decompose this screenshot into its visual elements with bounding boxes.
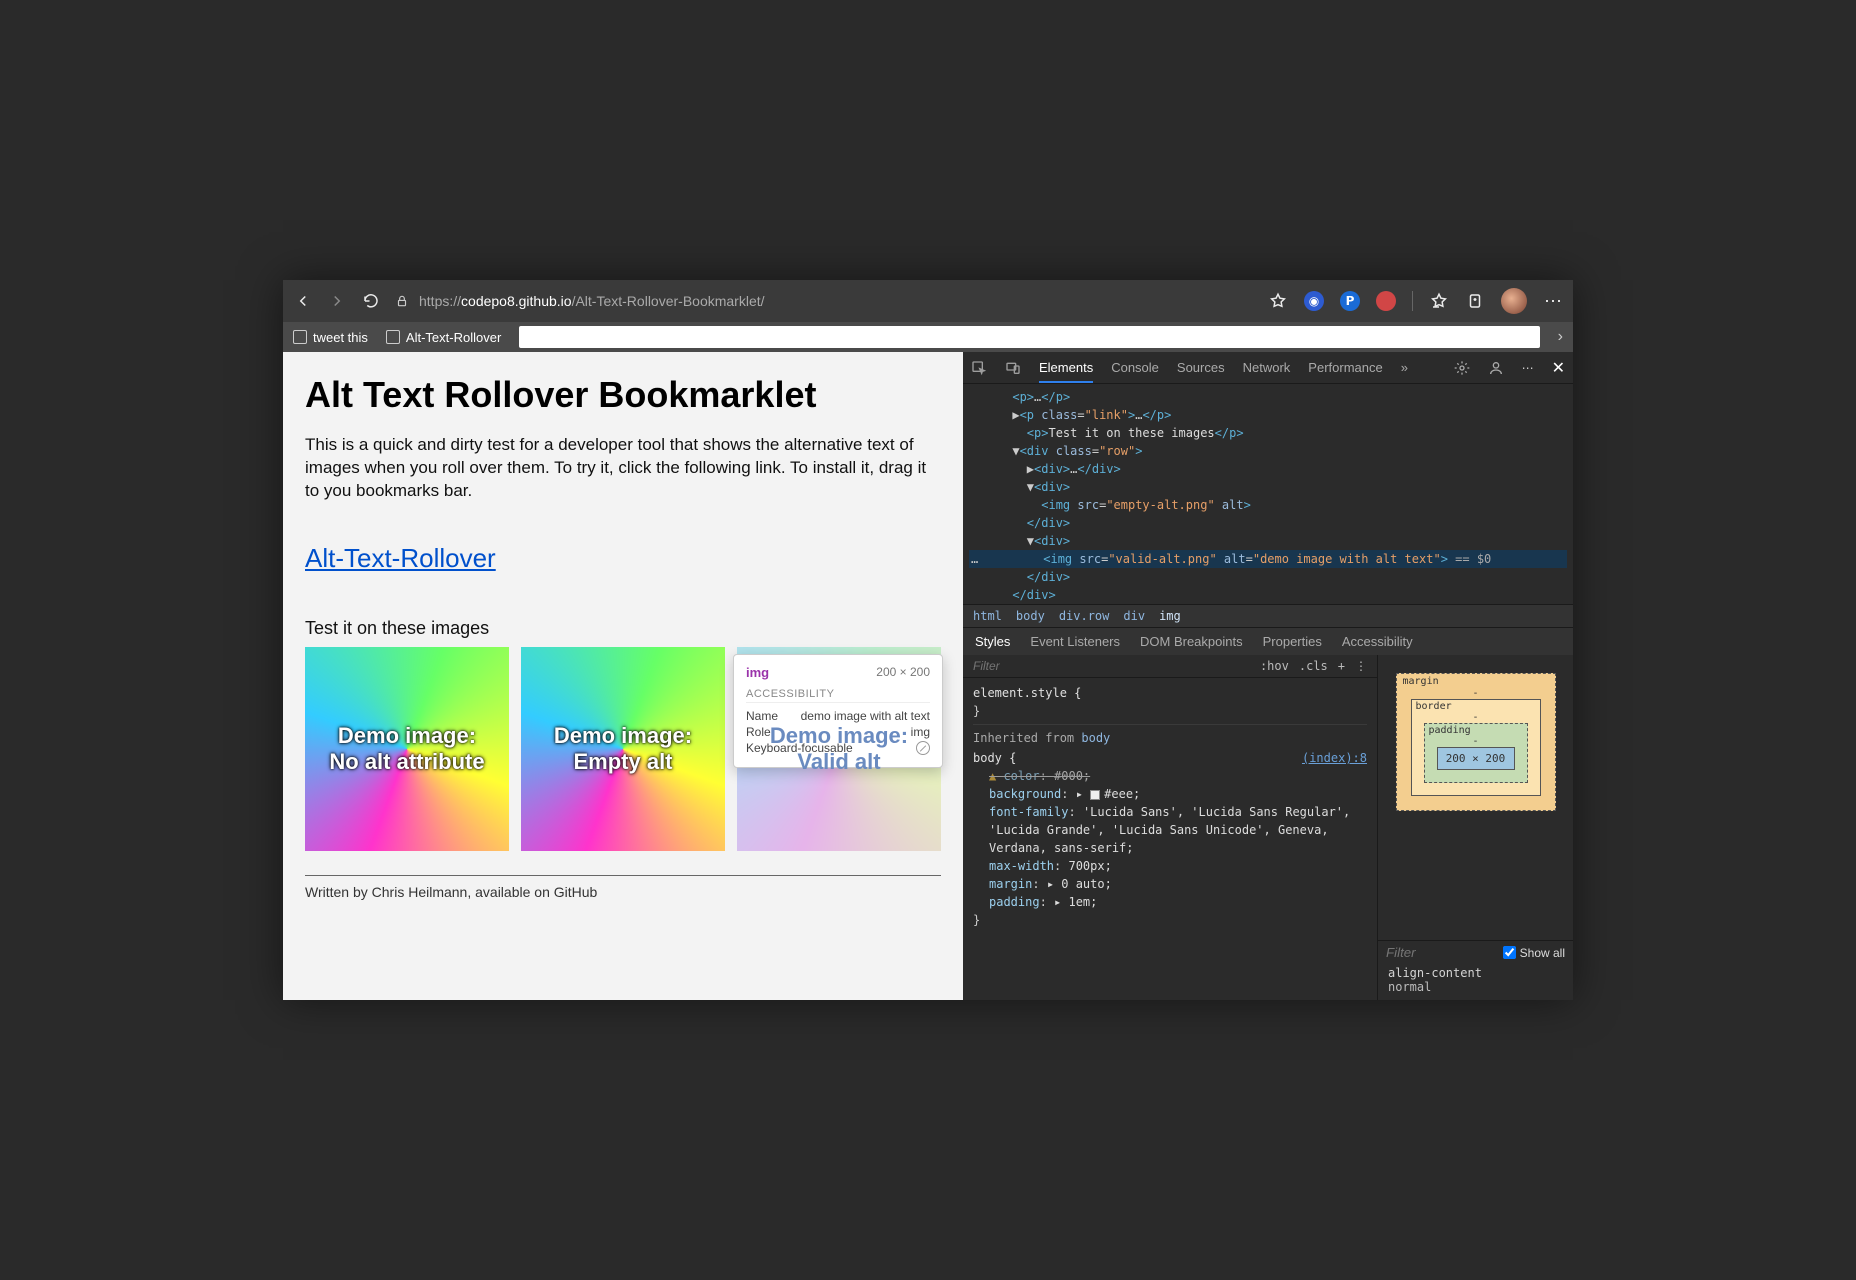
dom-node[interactable]: ▼<div>: [969, 478, 1567, 496]
bookmarks-overflow[interactable]: ›: [1558, 328, 1563, 346]
images-heading: Test it on these images: [305, 618, 941, 639]
tooltip-dimensions: 200 × 200: [876, 665, 930, 680]
devtools: Elements Console Sources Network Perform…: [963, 352, 1573, 1000]
styles-panel: :hov .cls + ⋮ element.style {} Inherited…: [963, 655, 1378, 1000]
inspect-icon[interactable]: [971, 360, 987, 376]
crumb-item[interactable]: div.row: [1059, 609, 1110, 623]
page-title: Alt Text Rollover Bookmarklet: [305, 374, 941, 416]
dom-node[interactable]: <p>…</p>: [969, 388, 1567, 406]
back-button[interactable]: [293, 291, 313, 311]
box-model[interactable]: margin- border- padding- 200 × 200: [1378, 655, 1573, 940]
tab-elements[interactable]: Elements: [1039, 360, 1093, 383]
lock-icon: [395, 294, 409, 308]
address-bar[interactable]: https://codepo8.github.io/Alt-Text-Rollo…: [395, 293, 1254, 309]
subtab-properties[interactable]: Properties: [1263, 634, 1322, 649]
crumb-item[interactable]: div: [1123, 609, 1145, 623]
ext-icon-1[interactable]: ◉: [1304, 291, 1324, 311]
bookmarks-bar: tweet this Alt-Text-Rollover ›: [283, 322, 1573, 352]
favorite-icon[interactable]: [1268, 291, 1288, 311]
css-declaration[interactable]: font-family: 'Lucida Sans', 'Lucida Sans…: [973, 803, 1367, 857]
css-declaration[interactable]: background: ▸ #eee;: [973, 785, 1367, 803]
browser-toolbar: https://codepo8.github.io/Alt-Text-Rollo…: [283, 280, 1573, 322]
rule-selector[interactable]: body {: [973, 749, 1016, 767]
dom-breadcrumb: html body div.row div img: [963, 604, 1573, 628]
page-content: Alt Text Rollover Bookmarklet This is a …: [283, 352, 963, 1000]
ext-icon-2[interactable]: 𝗣: [1340, 291, 1360, 311]
collections-icon[interactable]: [1465, 291, 1485, 311]
settings-icon[interactable]: [1454, 360, 1470, 376]
bookmarks-search[interactable]: [519, 326, 1539, 348]
rule-source-link[interactable]: (index):8: [1302, 749, 1367, 767]
crumb-item[interactable]: body: [1016, 609, 1045, 623]
tabs-overflow[interactable]: »: [1401, 360, 1408, 375]
menu-icon[interactable]: ⋯: [1543, 291, 1563, 311]
dom-node[interactable]: <p>Test it on these images</p>: [969, 424, 1567, 442]
css-declaration[interactable]: ▲ color: #000;: [973, 767, 1367, 785]
tooltip-section-label: ACCESSIBILITY: [746, 688, 930, 703]
subtab-styles[interactable]: Styles: [975, 634, 1010, 649]
cls-toggle[interactable]: .cls: [1299, 659, 1328, 673]
dom-node[interactable]: ▶<p class="link">…</p>: [969, 406, 1567, 424]
ext-icon-3[interactable]: [1376, 291, 1396, 311]
toolbar-right: ◉ 𝗣 ⋯: [1268, 288, 1563, 314]
styles-menu-icon[interactable]: ⋮: [1355, 659, 1367, 673]
forward-button[interactable]: [327, 291, 347, 311]
intro-paragraph: This is a quick and dirty test for a dev…: [305, 434, 941, 503]
dom-tree[interactable]: <p>…</p> ▶<p class="link">…</p> <p>Test …: [963, 384, 1573, 604]
dom-node[interactable]: ▼<div>: [969, 532, 1567, 550]
subtab-dom-breakpoints[interactable]: DOM Breakpoints: [1140, 634, 1243, 649]
crumb-item[interactable]: html: [973, 609, 1002, 623]
favorites-list-icon[interactable]: [1429, 291, 1449, 311]
element-style-rule[interactable]: element.style {}: [973, 684, 1367, 720]
dom-node[interactable]: <img src="empty-alt.png" alt>: [969, 496, 1567, 514]
tooltip-tag: img: [746, 665, 769, 680]
device-toggle-icon[interactable]: [1005, 360, 1021, 376]
divider: [305, 875, 941, 876]
feedback-icon[interactable]: [1488, 360, 1504, 376]
dom-node[interactable]: </div>: [969, 568, 1567, 586]
profile-avatar[interactable]: [1501, 288, 1527, 314]
styles-subtabs: Styles Event Listeners DOM Breakpoints P…: [963, 628, 1573, 655]
subtab-accessibility[interactable]: Accessibility: [1342, 634, 1413, 649]
devtools-menu-icon[interactable]: ⋯: [1522, 361, 1534, 375]
styles-filter-input[interactable]: [973, 659, 1053, 673]
page-icon: [293, 330, 307, 344]
bookmark-item[interactable]: tweet this: [293, 330, 368, 345]
dom-node[interactable]: ▶<div>…</div>: [969, 460, 1567, 478]
tab-network[interactable]: Network: [1243, 360, 1291, 375]
demo-image-no-alt[interactable]: Demo image:No alt attribute: [305, 647, 509, 851]
hov-toggle[interactable]: :hov: [1260, 659, 1289, 673]
bookmark-item[interactable]: Alt-Text-Rollover: [386, 330, 501, 345]
tab-sources[interactable]: Sources: [1177, 360, 1225, 375]
computed-filter-input[interactable]: [1386, 945, 1436, 960]
devtools-close-icon[interactable]: ✕: [1552, 358, 1565, 378]
divider: [1412, 291, 1413, 311]
dom-node[interactable]: </div>: [969, 514, 1567, 532]
css-declaration[interactable]: margin: ▸ 0 auto;: [973, 875, 1367, 893]
dom-node[interactable]: … <img src="valid-alt.png" alt="demo ima…: [969, 550, 1567, 568]
bookmarklet-link[interactable]: Alt-Text-Rollover: [305, 543, 496, 574]
tab-console[interactable]: Console: [1111, 360, 1159, 375]
show-all-checkbox[interactable]: Show all: [1503, 946, 1565, 960]
css-declaration[interactable]: max-width: 700px;: [973, 857, 1367, 875]
refresh-button[interactable]: [361, 291, 381, 311]
crumb-item[interactable]: img: [1159, 609, 1181, 623]
demo-image-empty-alt[interactable]: Demo image:Empty alt: [521, 647, 725, 851]
computed-panel: margin- border- padding- 200 × 200 Show …: [1378, 655, 1573, 1000]
page-footer: Written by Chris Heilmann, available on …: [305, 884, 941, 900]
css-declaration[interactable]: padding: ▸ 1em;: [973, 893, 1367, 911]
computed-list[interactable]: align-content normal: [1378, 964, 1573, 1000]
subtab-event-listeners[interactable]: Event Listeners: [1030, 634, 1120, 649]
inherited-label: Inherited from body: [973, 724, 1367, 749]
not-focusable-icon: [916, 741, 930, 755]
tab-performance[interactable]: Performance: [1308, 360, 1382, 375]
dom-node[interactable]: ▼<div class="row">: [969, 442, 1567, 460]
devtools-tabs: Elements Console Sources Network Perform…: [963, 352, 1573, 384]
page-icon: [386, 330, 400, 344]
new-rule-button[interactable]: +: [1338, 659, 1345, 673]
browser-window: https://codepo8.github.io/Alt-Text-Rollo…: [283, 280, 1573, 1000]
dom-node[interactable]: </div>: [969, 586, 1567, 604]
